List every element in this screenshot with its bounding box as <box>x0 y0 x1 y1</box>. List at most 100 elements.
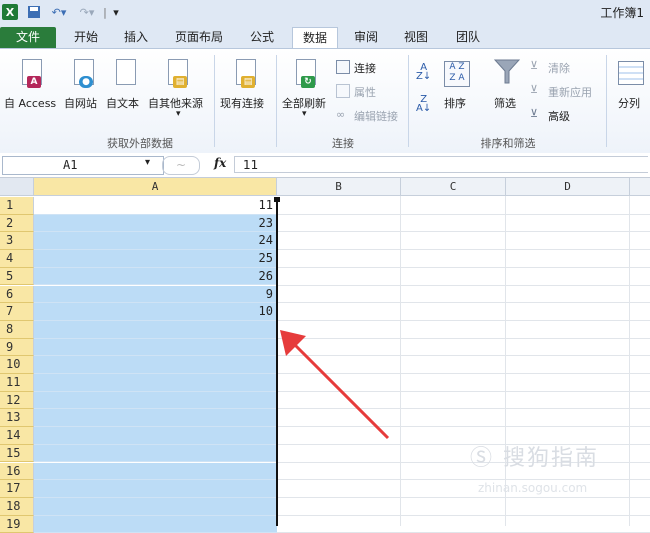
column-header-c[interactable]: C <box>401 178 506 196</box>
row-header[interactable]: 17 <box>0 480 34 498</box>
row-header[interactable]: 16 <box>0 462 34 481</box>
tab-view[interactable]: 视图 <box>396 27 436 48</box>
from-web-label: 自网站 <box>64 97 97 110</box>
clear-label: 清除 <box>548 62 570 75</box>
row-header[interactable]: 19 <box>0 515 34 533</box>
tab-team[interactable]: 团队 <box>448 27 488 48</box>
row-header[interactable]: 18 <box>0 497 34 516</box>
cell-a[interactable] <box>34 480 277 498</box>
row-header[interactable]: 7 <box>0 303 34 321</box>
divider <box>276 55 277 147</box>
group-label-connections: 连接 <box>332 137 354 150</box>
refresh-all-button[interactable]: ↻ 全部刷新 ▾ <box>280 53 332 123</box>
tab-formulas[interactable]: 公式 <box>242 27 282 48</box>
connections-label: 连接 <box>354 62 376 75</box>
row-header[interactable]: 6 <box>0 285 34 304</box>
chevron-down-icon: ▾ <box>302 109 307 119</box>
column-header-d[interactable]: D <box>506 178 630 196</box>
name-box-value: A1 <box>63 158 78 172</box>
fill-handle[interactable] <box>274 197 280 202</box>
from-access-label: 自 Access <box>4 97 57 110</box>
chevron-down-icon[interactable]: ▾ <box>145 157 150 168</box>
row-header[interactable]: 12 <box>0 391 34 410</box>
title-bar: X ↶▾ ↷▾ | ▾ 工作簿1 <box>0 0 650 25</box>
tab-data[interactable]: 数据 <box>292 27 338 49</box>
tab-file[interactable]: 文件 <box>0 27 56 48</box>
cell-a[interactable]: 23 <box>34 214 277 233</box>
other-sources-icon: ▤ <box>168 59 188 88</box>
column-header-a[interactable]: A <box>34 178 277 196</box>
from-web-button[interactable]: ● 自网站 <box>64 53 104 115</box>
row-header[interactable]: 1 <box>0 197 34 215</box>
filter-button[interactable]: 筛选 <box>490 53 524 115</box>
existing-connections-button[interactable]: ▤ 现有连接 <box>218 53 272 115</box>
row-header[interactable]: 14 <box>0 427 34 445</box>
tab-home[interactable]: 开始 <box>66 27 106 48</box>
row-header[interactable]: 5 <box>0 267 34 286</box>
gridline <box>277 284 650 286</box>
chevron-down-icon: ▾ <box>176 109 181 119</box>
row-header[interactable]: 13 <box>0 409 34 428</box>
cell-a[interactable] <box>34 374 277 392</box>
properties-button[interactable]: 属性 <box>336 83 406 99</box>
cell-a[interactable] <box>34 409 277 428</box>
excel-logo-icon[interactable]: X <box>2 4 18 20</box>
name-box[interactable]: A1 ▾ <box>2 156 164 175</box>
edit-links-button[interactable]: ∞ 编辑链接 <box>336 107 406 123</box>
cell-a[interactable] <box>34 427 277 445</box>
cell-a[interactable] <box>34 338 277 357</box>
gridline <box>277 479 650 481</box>
cell-a[interactable] <box>34 356 277 374</box>
cell-a[interactable] <box>34 320 277 339</box>
row-header[interactable]: 11 <box>0 374 34 392</box>
row-header[interactable]: 8 <box>0 320 34 339</box>
from-text-button[interactable]: 自文本 <box>106 53 146 115</box>
customize-toolbar-icon[interactable]: ▾ <box>110 4 122 20</box>
cell-a[interactable] <box>34 391 277 410</box>
advanced-button[interactable]: ⊻ 高级 <box>530 107 590 123</box>
from-access-button[interactable]: A 自 Access <box>2 53 62 115</box>
reapply-icon: ⊻ <box>530 83 539 96</box>
cell-a[interactable] <box>34 497 277 516</box>
save-icon[interactable] <box>26 4 42 20</box>
connections-button[interactable]: 连接 <box>336 59 406 75</box>
column-header-e[interactable] <box>630 178 650 196</box>
row-header[interactable]: 3 <box>0 232 34 251</box>
cell-a[interactable] <box>34 515 277 533</box>
properties-label: 属性 <box>354 86 376 99</box>
row-header[interactable]: 4 <box>0 250 34 268</box>
select-all-corner[interactable] <box>0 178 34 196</box>
redo-icon[interactable]: ↷▾ <box>76 4 98 20</box>
formula-expand-icon[interactable]: ~ <box>162 156 200 175</box>
gridline <box>277 514 650 516</box>
sort-z-a-button[interactable]: Z A↓ <box>414 95 434 115</box>
gridline <box>277 496 650 498</box>
clear-button[interactable]: ⊻ 清除 <box>530 59 590 75</box>
cell-a[interactable] <box>34 444 277 463</box>
tab-insert[interactable]: 插入 <box>116 27 156 48</box>
tab-review[interactable]: 审阅 <box>346 27 386 48</box>
cell-a[interactable]: 24 <box>34 232 277 251</box>
row-header[interactable]: 10 <box>0 356 34 374</box>
text-to-columns-button[interactable]: 分列 <box>612 53 648 115</box>
cell-a[interactable]: 26 <box>34 267 277 286</box>
sort-a-z-button[interactable]: A Z↓ <box>414 63 434 83</box>
sort-button[interactable]: A ZZ A 排序 <box>440 53 474 115</box>
cell-a[interactable]: 10 <box>34 303 277 321</box>
from-other-sources-button[interactable]: ▤ 自其他来源 ▾ <box>148 53 212 119</box>
cell-a[interactable]: 9 <box>34 285 277 304</box>
formula-input[interactable]: 11 <box>234 156 648 173</box>
column-header-b[interactable]: B <box>277 178 401 196</box>
row-header[interactable]: 15 <box>0 444 34 463</box>
undo-icon[interactable]: ↶▾ <box>48 4 70 20</box>
gridline <box>277 302 650 304</box>
cell-a[interactable]: 25 <box>34 250 277 268</box>
cell-a[interactable]: 11 <box>34 197 277 215</box>
reapply-button[interactable]: ⊻ 重新应用 <box>530 83 604 99</box>
row-header[interactable]: 9 <box>0 338 34 357</box>
row-header[interactable]: 2 <box>0 214 34 233</box>
tab-page-layout[interactable]: 页面布局 <box>168 27 230 48</box>
cell-a[interactable] <box>34 462 277 481</box>
link-icon: ∞ <box>336 108 346 121</box>
insert-function-icon[interactable]: fx <box>214 156 226 170</box>
